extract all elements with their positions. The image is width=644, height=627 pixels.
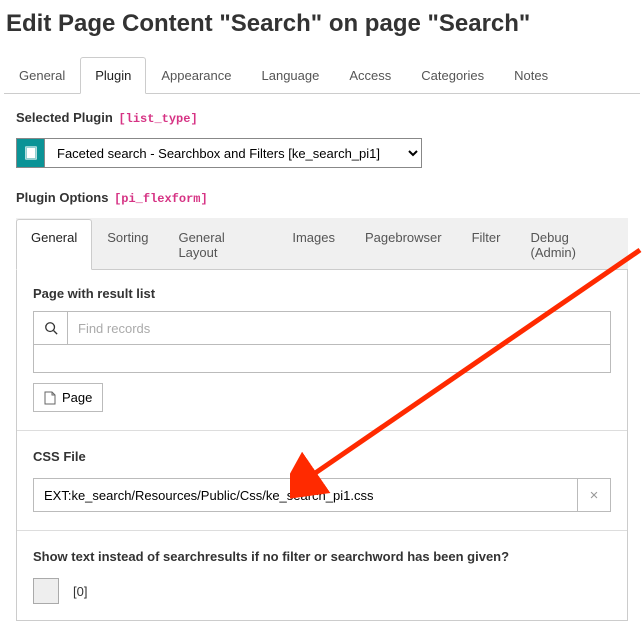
find-records-input[interactable]: [67, 311, 611, 345]
records-list-box[interactable]: [33, 345, 611, 373]
tab-language[interactable]: Language: [247, 57, 335, 94]
tab-plugin[interactable]: Plugin: [80, 57, 146, 94]
plugin-options-label: Plugin Options: [16, 190, 108, 205]
inner-tab-sorting[interactable]: Sorting: [92, 219, 163, 270]
show-text-label: Show text instead of searchresults if no…: [33, 549, 611, 564]
css-file-label: CSS File: [33, 449, 611, 464]
plugin-options-section: Plugin Options [pi_flexform] GeneralSort…: [0, 168, 644, 621]
search-icon: [44, 321, 58, 335]
tab-access[interactable]: Access: [334, 57, 406, 94]
css-file-input[interactable]: [33, 478, 577, 512]
close-icon: ×: [590, 487, 599, 504]
tab-notes[interactable]: Notes: [499, 57, 563, 94]
tab-categories[interactable]: Categories: [406, 57, 499, 94]
show-text-checkbox[interactable]: [33, 578, 59, 604]
plugin-select[interactable]: Faceted search - Searchbox and Filters […: [44, 138, 422, 168]
inner-panel-general: Page with result list Page CSS File × Sh…: [16, 270, 628, 621]
plugin-icon: [16, 138, 44, 168]
inner-tab-general-layout[interactable]: General Layout: [163, 219, 277, 270]
tab-general[interactable]: General: [4, 57, 80, 94]
page-button-label: Page: [62, 390, 92, 405]
selected-plugin-section: Selected Plugin [list_type] Faceted sear…: [0, 94, 644, 168]
inner-tab-debug-admin-[interactable]: Debug (Admin): [515, 219, 628, 270]
tab-appearance[interactable]: Appearance: [146, 57, 246, 94]
selected-plugin-label: Selected Plugin: [16, 110, 113, 125]
css-file-clear-button[interactable]: ×: [577, 478, 611, 512]
selected-plugin-tag: [list_type]: [118, 112, 197, 126]
inner-tab-filter[interactable]: Filter: [457, 219, 516, 270]
result-list-label: Page with result list: [33, 286, 611, 301]
find-records-search-button[interactable]: [33, 311, 67, 345]
show-text-value: [0]: [73, 584, 87, 599]
page-icon: [44, 391, 56, 405]
main-tabs: GeneralPluginAppearanceLanguageAccessCat…: [4, 56, 640, 94]
inner-tabs: GeneralSortingGeneral LayoutImagesPagebr…: [16, 218, 628, 270]
page-button[interactable]: Page: [33, 383, 103, 412]
inner-tab-images[interactable]: Images: [277, 219, 350, 270]
page-title: Edit Page Content "Search" on page "Sear…: [6, 10, 644, 38]
inner-tab-general[interactable]: General: [16, 219, 92, 270]
inner-tab-pagebrowser[interactable]: Pagebrowser: [350, 219, 457, 270]
plugin-options-tag: [pi_flexform]: [114, 192, 208, 206]
